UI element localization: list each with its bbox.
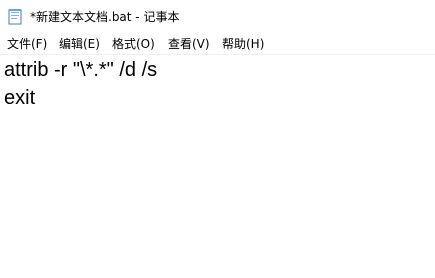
title-bar[interactable]: *新建文本文档.bat - 记事本 (0, 0, 435, 34)
menu-bar: 文件(F) 编辑(E) 格式(O) 查看(V) 帮助(H) (0, 34, 435, 55)
text-editor[interactable]: attrib -r "\*.*" /d /s exit (0, 55, 435, 278)
editor-line-1[interactable]: attrib -r "\*.*" /d /s (4, 57, 157, 83)
editor-line-2[interactable]: exit (4, 85, 35, 111)
window-title: *新建文本文档.bat - 记事本 (30, 10, 180, 24)
menu-view[interactable]: 查看(V) (168, 34, 210, 54)
notepad-icon (8, 8, 24, 26)
menu-format[interactable]: 格式(O) (112, 34, 155, 54)
menu-edit[interactable]: 编辑(E) (59, 34, 100, 54)
menu-file[interactable]: 文件(F) (7, 34, 47, 54)
notepad-window: *新建文本文档.bat - 记事本 文件(F) 编辑(E) 格式(O) 查看(V… (0, 0, 435, 278)
menu-help[interactable]: 帮助(H) (222, 34, 264, 54)
